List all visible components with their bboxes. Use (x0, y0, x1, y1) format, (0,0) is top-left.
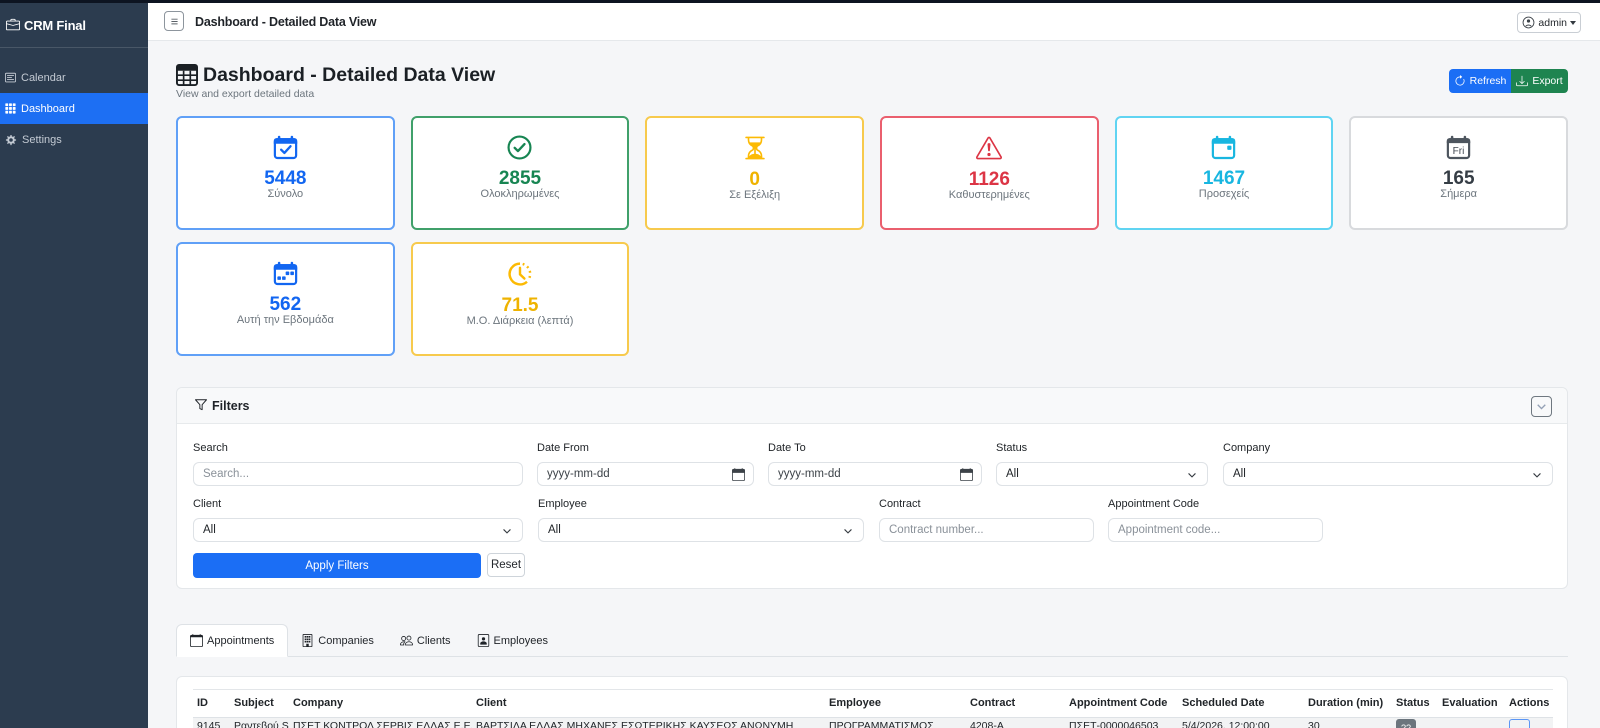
svg-text:Fri: Fri (1453, 146, 1465, 157)
